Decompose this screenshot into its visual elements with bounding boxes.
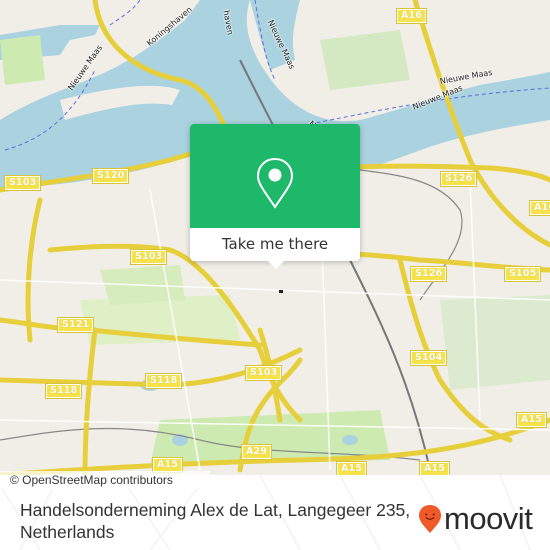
road-shield-s118: S118 (44, 383, 83, 399)
road-shield-s120: S120 (91, 168, 130, 184)
popup-pointer (267, 260, 285, 269)
moovit-logo[interactable]: moovit (418, 499, 533, 539)
road-shield-a15: A15 (151, 457, 184, 473)
minor-road-1 (0, 279, 550, 301)
road-shield-s126: S126 (409, 266, 448, 282)
take-me-there-button[interactable]: Take me there (190, 228, 360, 261)
road-shield-a29: A29 (240, 444, 273, 460)
location-marker (279, 290, 283, 293)
road-shield-a15: A15 (515, 412, 548, 428)
road-shield-s105: S105 (503, 266, 542, 282)
harbor-water-ne (200, 35, 245, 65)
lake-2 (342, 435, 358, 445)
road-shield-s103: S103 (129, 249, 168, 265)
take-me-there-popup[interactable]: Take me there (190, 124, 360, 269)
moovit-pin-icon (419, 505, 441, 533)
address-text: Handelsonderneming Alex de Lat, Langegee… (20, 500, 411, 542)
road-shield-a16: A16 (395, 8, 428, 24)
park-northeast (320, 30, 410, 90)
road-shield-s121: S121 (56, 317, 95, 333)
road-shield-s118: S118 (144, 373, 183, 389)
road-west-vertical (25, 197, 43, 343)
location-pin-icon (256, 157, 294, 209)
park-east (440, 295, 550, 390)
map-attribution[interactable]: © OpenStreetMap contributors (0, 471, 210, 489)
popup-header (190, 124, 360, 228)
road-shield-s103: S103 (244, 365, 283, 381)
road-shield-s104: S104 (409, 350, 448, 366)
road-shield-a16-east: A16 (528, 200, 550, 216)
road-shield-a15: A15 (335, 461, 368, 475)
moovit-wordmark: moovit (444, 501, 533, 536)
road-shield-s126: S126 (439, 171, 478, 187)
road-shield-a15: A15 (418, 461, 451, 475)
road-s121-vertical (82, 327, 98, 475)
road-shield-s103: S103 (3, 175, 42, 191)
park-nw (0, 35, 45, 85)
